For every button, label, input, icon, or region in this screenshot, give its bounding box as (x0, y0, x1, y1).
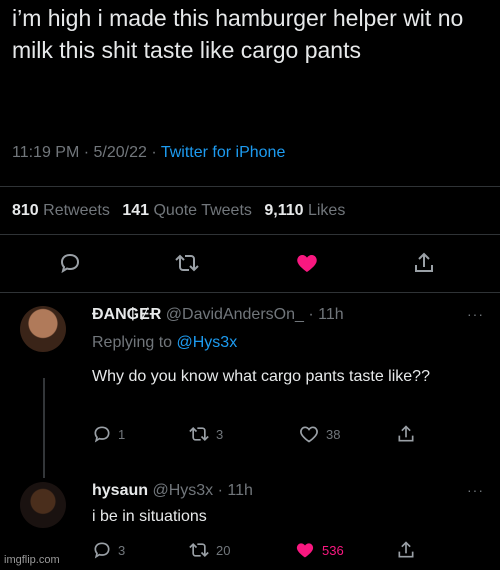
retweet-icon (189, 542, 209, 558)
reply-button[interactable]: 3 (92, 540, 125, 560)
tweet-date: 5/20/22 (93, 144, 147, 161)
more-options-button[interactable]: ··· (467, 306, 484, 322)
retweet-count: 20 (216, 542, 231, 558)
like-button[interactable] (292, 248, 322, 278)
like-count: 536 (322, 542, 344, 558)
thread-line (43, 378, 45, 478)
avatar[interactable] (20, 482, 66, 528)
retweet-icon (175, 254, 199, 272)
reply-author-line: hysaun @Hys3x · 11h (92, 482, 253, 500)
more-options-button[interactable]: ··· (467, 482, 484, 498)
retweet-button[interactable]: 3 (188, 424, 223, 444)
reply-time: · 11h (217, 482, 253, 499)
reply-icon (94, 542, 110, 559)
user-handle[interactable]: @DavidAndersOn_ (166, 306, 304, 323)
share-button[interactable] (396, 424, 416, 444)
reply-icon (94, 426, 110, 443)
more-icon: ··· (467, 482, 484, 498)
heart-icon (296, 543, 314, 558)
replying-to: Replying to @Hys3x (92, 334, 238, 351)
divider (0, 234, 500, 235)
watermark: imgflip.com (4, 554, 60, 566)
retweet-icon (189, 426, 209, 442)
share-icon (398, 541, 414, 558)
tweet-text: i’m high i made this hamburger helper wi… (12, 5, 464, 63)
tweet-source-link[interactable]: Twitter for iPhone (161, 144, 286, 161)
meta-separator: · (79, 144, 94, 161)
tweet-time: 11:19 PM (12, 144, 80, 161)
reply-count: 3 (118, 542, 126, 558)
reply-time: · 11h (308, 306, 344, 323)
tweet-stats: 810 Retweets 141 Quote Tweets 9,110 Like… (12, 202, 353, 220)
reply-text: Why do you know what cargo pants taste l… (92, 368, 430, 385)
reply-count: 1 (118, 426, 126, 442)
tweet-meta: 11:19 PM · 5/20/22 · Twitter for iPhone (12, 144, 285, 162)
reply-icon (60, 253, 80, 274)
tweet-action-bar (0, 248, 500, 278)
retweet-count: 3 (216, 426, 224, 442)
meta-separator: · (146, 144, 161, 161)
like-button[interactable]: 536 (294, 540, 344, 560)
avatar[interactable] (20, 306, 66, 352)
likes-stat[interactable]: 9,110 Likes (264, 202, 345, 219)
share-button[interactable] (396, 540, 416, 560)
display-name[interactable]: hysaun (92, 482, 148, 499)
user-handle[interactable]: @Hys3x (152, 482, 213, 499)
display-name[interactable]: ĐAN₲ɆɌ (92, 306, 161, 323)
share-button[interactable] (409, 248, 439, 278)
retweet-button[interactable] (172, 248, 202, 278)
reply-button[interactable] (55, 248, 85, 278)
more-icon: ··· (467, 306, 484, 322)
divider (0, 292, 500, 293)
reply-button[interactable]: 1 (92, 424, 125, 444)
heart-icon (300, 426, 318, 443)
reply-text: i be in situations (92, 508, 207, 525)
mention-link[interactable]: @Hys3x (177, 334, 238, 351)
heart-icon (297, 255, 317, 272)
like-count: 38 (326, 426, 341, 442)
share-icon (415, 252, 433, 272)
quote-tweets-stat[interactable]: 141 Quote Tweets (122, 202, 252, 219)
retweets-stat[interactable]: 810 Retweets (12, 202, 110, 219)
retweet-button[interactable]: 20 (188, 540, 230, 560)
divider (0, 186, 500, 187)
like-button[interactable]: 38 (298, 424, 340, 444)
reply-author-line: ĐAN₲ɆɌ @DavidAndersOn_ · 11h (92, 306, 344, 324)
share-icon (398, 425, 414, 442)
